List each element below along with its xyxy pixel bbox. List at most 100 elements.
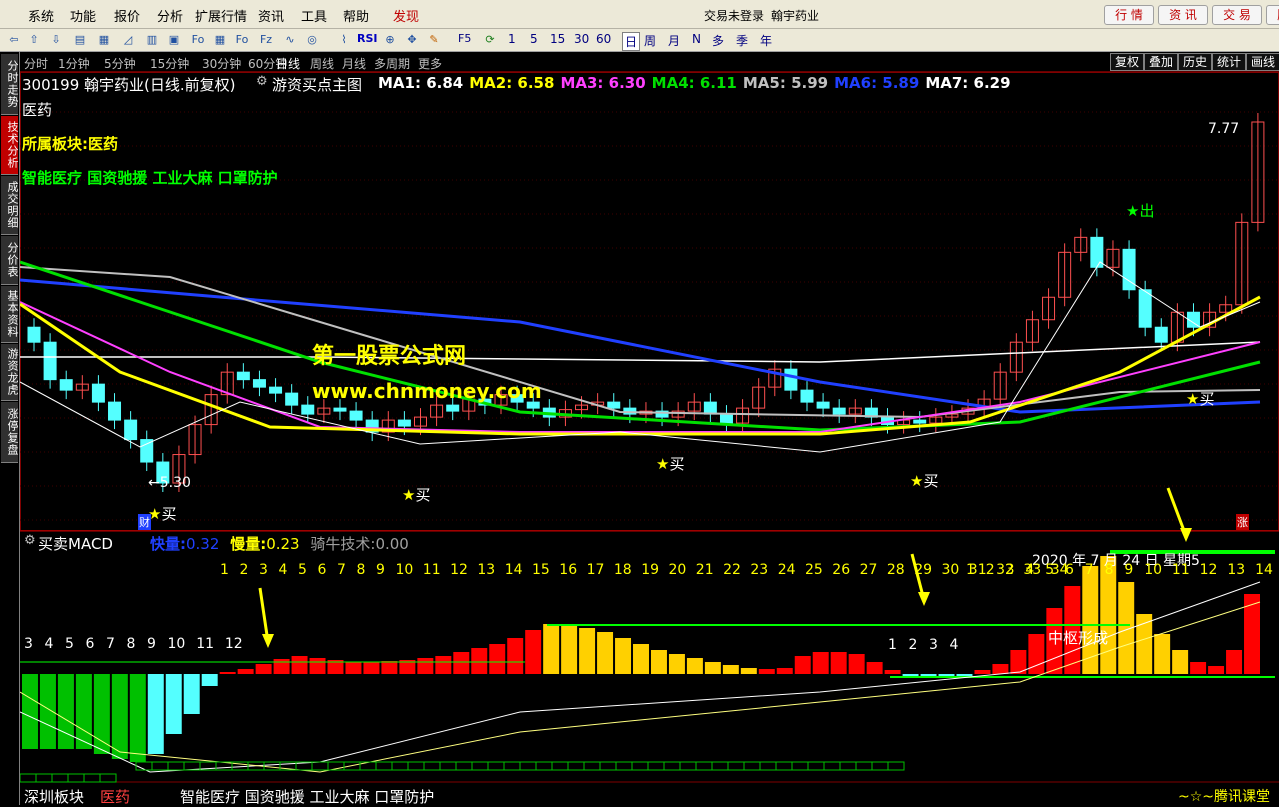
up-icon[interactable]: ⇧ bbox=[26, 32, 42, 47]
nav-item-0[interactable]: 分时走势 bbox=[1, 54, 19, 115]
period-item-9[interactable]: 多周期 bbox=[374, 55, 410, 72]
candle bbox=[333, 407, 347, 412]
macd-bar bbox=[237, 669, 254, 674]
wave-icon[interactable]: ∿ bbox=[282, 32, 298, 47]
period-item-3[interactable]: 15分钟 bbox=[150, 55, 189, 72]
right-button-1[interactable]: 资 讯 bbox=[1158, 5, 1208, 25]
rsi-button[interactable]: RSI bbox=[357, 32, 378, 45]
ma-label-5: MA5: bbox=[742, 74, 786, 92]
grid-icon[interactable]: ▦ bbox=[212, 32, 228, 47]
menu-item-8[interactable]: 发现 bbox=[393, 6, 419, 25]
count-count_d-3: 4 bbox=[1025, 562, 1035, 578]
count-count_a-6: 9 bbox=[147, 636, 156, 652]
period-button-6[interactable]: 年 bbox=[760, 32, 772, 49]
list-icon[interactable]: ▤ bbox=[72, 32, 88, 47]
sub-gear-icon[interactable]: ⚙ bbox=[24, 533, 36, 548]
indicator-gear-icon[interactable]: ⚙ bbox=[256, 74, 268, 89]
fo2-icon[interactable]: Fo bbox=[234, 32, 250, 47]
indicator-name[interactable]: 游资买点主图 bbox=[272, 74, 362, 95]
fo-icon[interactable]: Fo bbox=[190, 32, 206, 47]
right-tab-0[interactable]: 复权 bbox=[1110, 53, 1144, 71]
menu-item-7[interactable]: 帮助 bbox=[343, 6, 369, 25]
report-icon[interactable]: ▦ bbox=[96, 32, 112, 47]
menu-item-1[interactable]: 功能 bbox=[70, 6, 96, 25]
kline-icon[interactable]: ▥ bbox=[144, 32, 160, 47]
minute-button-60[interactable]: 60 bbox=[596, 32, 611, 46]
circle-icon[interactable]: ◎ bbox=[304, 32, 320, 47]
right-tab-4[interactable]: 画线 bbox=[1246, 53, 1279, 71]
strip-box bbox=[775, 761, 793, 771]
nav-item-6[interactable]: 涨停复盘 bbox=[1, 402, 19, 463]
pencil-icon[interactable]: ✎ bbox=[426, 32, 442, 47]
menu-item-0[interactable]: 系统 bbox=[28, 6, 54, 25]
menu-item-3[interactable]: 分析 bbox=[157, 6, 183, 25]
menu-item-6[interactable]: 工具 bbox=[301, 6, 327, 25]
signal-buy-1: ★买 bbox=[402, 484, 430, 505]
period-button-4[interactable]: 多 bbox=[712, 32, 724, 49]
signal-buy-0: ★买 bbox=[148, 503, 176, 524]
period-button-1[interactable]: 周 bbox=[644, 32, 656, 49]
nav-item-2[interactable]: 成交明细 bbox=[1, 176, 19, 235]
move-icon[interactable]: ✥ bbox=[404, 32, 420, 47]
refresh-icon[interactable]: ⟳ bbox=[482, 32, 498, 47]
right-button-0[interactable]: 行 情 bbox=[1104, 5, 1154, 25]
menu-item-2[interactable]: 报价 bbox=[114, 6, 140, 25]
back-icon[interactable]: ⇦ bbox=[6, 32, 22, 47]
period-item-0[interactable]: 分时 bbox=[24, 55, 48, 72]
nav-item-3[interactable]: 分价表 bbox=[1, 236, 19, 285]
period-item-7[interactable]: 周线 bbox=[310, 55, 334, 72]
minute-button-5[interactable]: 5 bbox=[530, 32, 538, 46]
period-item-8[interactable]: 月线 bbox=[342, 55, 366, 72]
line-chart-icon[interactable]: ◿ bbox=[120, 32, 136, 47]
nav-item-1[interactable]: 技术分析 bbox=[1, 116, 19, 175]
period-item-1[interactable]: 1分钟 bbox=[58, 55, 90, 72]
sub-indicator-title[interactable]: 买卖MACD bbox=[38, 533, 113, 554]
industry-label: 医药 bbox=[22, 101, 53, 119]
period-button-2[interactable]: 月 bbox=[668, 32, 680, 49]
count-count_a-8: 11 bbox=[196, 636, 215, 652]
right-button-2[interactable]: 交 易 bbox=[1212, 5, 1262, 25]
nav-item-4[interactable]: 基本资料 bbox=[1, 286, 19, 343]
period-item-4[interactable]: 30分钟 bbox=[202, 55, 241, 72]
strip-box bbox=[631, 761, 649, 771]
candle bbox=[607, 401, 621, 409]
table-icon[interactable]: ▣ bbox=[166, 32, 182, 47]
ma-label-3: MA3: bbox=[560, 74, 604, 92]
period-button-0[interactable]: 日 bbox=[622, 32, 641, 51]
period-button-5[interactable]: 季 bbox=[736, 32, 748, 49]
menu-item-4[interactable]: 扩展行情 bbox=[195, 6, 247, 25]
period-item-2[interactable]: 5分钟 bbox=[104, 55, 136, 72]
toolbar: ⇦ ⇧ ⇩ ▤ ▦ ◿ ▥ ▣ Fo ▦ Fo Fz ∿ ◎ ⌇ RSI ⊕ ✥… bbox=[0, 29, 1279, 52]
menu-bar: 系统 功能 报价 分析 扩展行情 资讯 工具 帮助 发现 交易未登录 翰宇药业 行 情资 讯交 … bbox=[0, 0, 1279, 29]
macd-bar bbox=[417, 658, 434, 674]
ma-label-2: MA2: bbox=[469, 74, 513, 92]
indicator-icon[interactable]: ⌇ bbox=[336, 32, 352, 47]
count-count_b-3: 4 bbox=[278, 562, 288, 578]
period-button-3[interactable]: N bbox=[692, 32, 701, 46]
macd-bar bbox=[255, 664, 272, 674]
nav-item-5[interactable]: 游资龙虎 bbox=[1, 344, 19, 401]
fiz-icon[interactable]: Fz bbox=[258, 32, 274, 47]
strip-box bbox=[663, 761, 681, 771]
right-tab-2[interactable]: 历史 bbox=[1178, 53, 1212, 71]
zoom-icon[interactable]: ⊕ bbox=[382, 32, 398, 47]
minute-button-15[interactable]: 15 bbox=[550, 32, 565, 46]
minute-button-1[interactable]: 1 bbox=[508, 32, 516, 46]
f5-button[interactable]: F5 bbox=[458, 32, 471, 45]
macd-bar bbox=[866, 662, 883, 674]
minute-button-30[interactable]: 30 bbox=[574, 32, 589, 46]
strip-box bbox=[647, 761, 665, 771]
count-count_d-6: 7 bbox=[1084, 562, 1094, 578]
right-tab-1[interactable]: 叠加 bbox=[1144, 53, 1178, 71]
period-item-10[interactable]: 更多 bbox=[418, 55, 442, 72]
right-tab-3[interactable]: 统计 bbox=[1212, 53, 1246, 71]
macd-bar bbox=[722, 665, 739, 674]
count-count_b-7: 8 bbox=[356, 562, 366, 578]
menu-item-5[interactable]: 资讯 bbox=[258, 6, 284, 25]
count-count_b-18: 19 bbox=[641, 562, 660, 578]
arrow-1 bbox=[258, 587, 270, 643]
period-item-6[interactable]: 日线 bbox=[276, 55, 300, 72]
down-icon[interactable]: ⇩ bbox=[48, 32, 64, 47]
limit-up-badge[interactable]: 涨 bbox=[1236, 514, 1249, 530]
right-button-3[interactable]: 服 务 bbox=[1266, 5, 1279, 25]
